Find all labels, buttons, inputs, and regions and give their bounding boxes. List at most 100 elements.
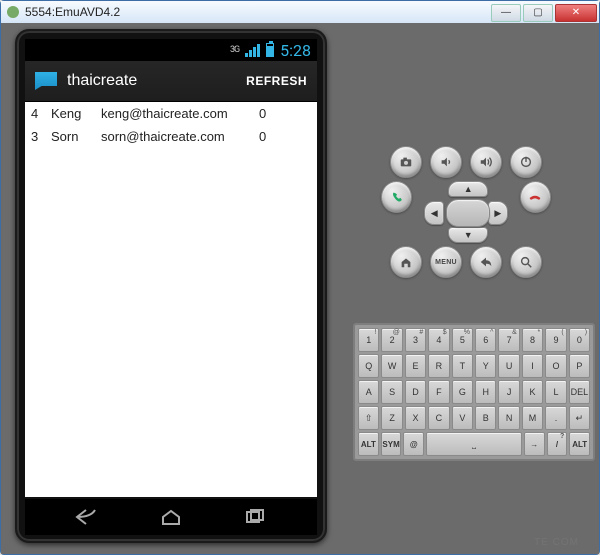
search-hw-button[interactable]	[510, 246, 542, 278]
camera-button[interactable]	[390, 146, 422, 178]
watermark: TE COM	[534, 537, 579, 548]
back-button[interactable]	[75, 508, 99, 526]
key-j[interactable]: J	[498, 380, 519, 404]
key-0[interactable]: 0)	[569, 328, 590, 352]
power-button[interactable]	[510, 146, 542, 178]
dpad-left-button[interactable]: ◀	[424, 201, 444, 225]
key-a[interactable]: A	[358, 380, 379, 404]
home-hw-button[interactable]	[390, 246, 422, 278]
key-5[interactable]: 5%	[452, 328, 473, 352]
battery-icon	[266, 43, 274, 57]
menu-hw-button[interactable]: MENU	[430, 246, 462, 278]
key-h[interactable]: H	[475, 380, 496, 404]
signal-icon	[245, 44, 260, 57]
refresh-button[interactable]: REFRESH	[246, 74, 307, 88]
android-statusbar: 3G 5:28	[25, 39, 317, 61]
key-e[interactable]: E	[405, 354, 426, 378]
key-x[interactable]: X	[405, 406, 426, 430]
volume-down-button[interactable]	[430, 146, 462, 178]
device-frame: 3G 5:28 thaicreate REFRESH 4 Keng keng@t…	[15, 29, 327, 543]
keyboard-row-4: ⇧ZXCVBNM.↵	[357, 405, 591, 431]
key-d[interactable]: D	[405, 380, 426, 404]
key-v[interactable]: V	[452, 406, 473, 430]
key-space[interactable]: ⎵	[426, 432, 522, 456]
row-name: Sorn	[51, 129, 101, 144]
emulator-window: 5554:EmuAVD4.2 — ▢ ✕ 3G 5:28 thaicreate …	[0, 0, 600, 555]
table-row[interactable]: 4 Keng keng@thaicreate.com 0	[25, 102, 317, 125]
key-m[interactable]: M	[522, 406, 543, 430]
row-email: keng@thaicreate.com	[101, 106, 259, 121]
window-favicon	[7, 6, 19, 18]
row-count: 0	[259, 129, 279, 144]
row-id: 3	[31, 129, 51, 144]
key-⇧[interactable]: ⇧	[358, 406, 379, 430]
app-action-bar: thaicreate REFRESH	[25, 61, 317, 102]
dpad: ▲ ▼ ◀ ▶	[424, 181, 508, 243]
dpad-up-button[interactable]: ▲	[448, 181, 488, 197]
dpad-down-button[interactable]: ▼	[448, 227, 488, 243]
keyboard-row-1: 1!2@3#4$5%6^7&8*9(0)	[357, 327, 591, 353]
key-7[interactable]: 7&	[498, 328, 519, 352]
app-icon	[35, 72, 57, 90]
key-4[interactable]: 4$	[428, 328, 449, 352]
dpad-center-button[interactable]	[446, 199, 490, 227]
key-s[interactable]: S	[381, 380, 402, 404]
keyboard-row-2: QWERTYUIOP	[357, 353, 591, 379]
network-indicator: 3G	[230, 45, 239, 55]
key-@[interactable]: @	[403, 432, 424, 456]
key-.[interactable]: .	[545, 406, 566, 430]
keyboard-row-5: ALTSYM@⎵→/?ALT	[357, 431, 591, 457]
window-body: 3G 5:28 thaicreate REFRESH 4 Keng keng@t…	[1, 23, 599, 554]
table-row[interactable]: 3 Sorn sorn@thaicreate.com 0	[25, 125, 317, 148]
key-sym[interactable]: SYM	[381, 432, 402, 456]
key-u[interactable]: U	[498, 354, 519, 378]
android-navbar	[25, 499, 317, 535]
device-screen: 3G 5:28 thaicreate REFRESH 4 Keng keng@t…	[25, 39, 317, 497]
recent-apps-button[interactable]	[243, 508, 267, 526]
key-/[interactable]: /?	[547, 432, 568, 456]
key-8[interactable]: 8*	[522, 328, 543, 352]
key-del[interactable]: DEL	[569, 380, 590, 404]
window-minimize-button[interactable]: —	[491, 4, 521, 22]
key-w[interactable]: W	[381, 354, 402, 378]
key-t[interactable]: T	[452, 354, 473, 378]
key-i[interactable]: I	[522, 354, 543, 378]
key-9[interactable]: 9(	[545, 328, 566, 352]
key-alt[interactable]: ALT	[358, 432, 379, 456]
row-id: 4	[31, 106, 51, 121]
data-list[interactable]: 4 Keng keng@thaicreate.com 0 3 Sorn sorn…	[25, 102, 317, 148]
window-titlebar: 5554:EmuAVD4.2 — ▢ ✕	[1, 1, 599, 24]
row-email: sorn@thaicreate.com	[101, 129, 259, 144]
key-o[interactable]: O	[545, 354, 566, 378]
home-button[interactable]	[159, 508, 183, 526]
key-k[interactable]: K	[522, 380, 543, 404]
key-n[interactable]: N	[498, 406, 519, 430]
key-f[interactable]: F	[428, 380, 449, 404]
key-↵[interactable]: ↵	[569, 406, 590, 430]
dpad-right-button[interactable]: ▶	[488, 201, 508, 225]
key-l[interactable]: L	[545, 380, 566, 404]
key-g[interactable]: G	[452, 380, 473, 404]
key-3[interactable]: 3#	[405, 328, 426, 352]
key-alt[interactable]: ALT	[569, 432, 590, 456]
key-q[interactable]: Q	[358, 354, 379, 378]
key-6[interactable]: 6^	[475, 328, 496, 352]
key-r[interactable]: R	[428, 354, 449, 378]
back-hw-button[interactable]	[470, 246, 502, 278]
window-close-button[interactable]: ✕	[555, 4, 597, 22]
key-y[interactable]: Y	[475, 354, 496, 378]
clock: 5:28	[280, 41, 311, 60]
row-count: 0	[259, 106, 279, 121]
key-p[interactable]: P	[569, 354, 590, 378]
window-maximize-button[interactable]: ▢	[523, 4, 553, 22]
key-c[interactable]: C	[428, 406, 449, 430]
keyboard-row-3: ASDFGHJKLDEL	[357, 379, 591, 405]
key-b[interactable]: B	[475, 406, 496, 430]
key-1[interactable]: 1!	[358, 328, 379, 352]
end-call-button[interactable]	[520, 181, 551, 213]
call-button[interactable]	[381, 181, 412, 213]
key-2[interactable]: 2@	[381, 328, 402, 352]
key-→[interactable]: →	[524, 432, 545, 456]
key-z[interactable]: Z	[381, 406, 402, 430]
volume-up-button[interactable]	[470, 146, 502, 178]
